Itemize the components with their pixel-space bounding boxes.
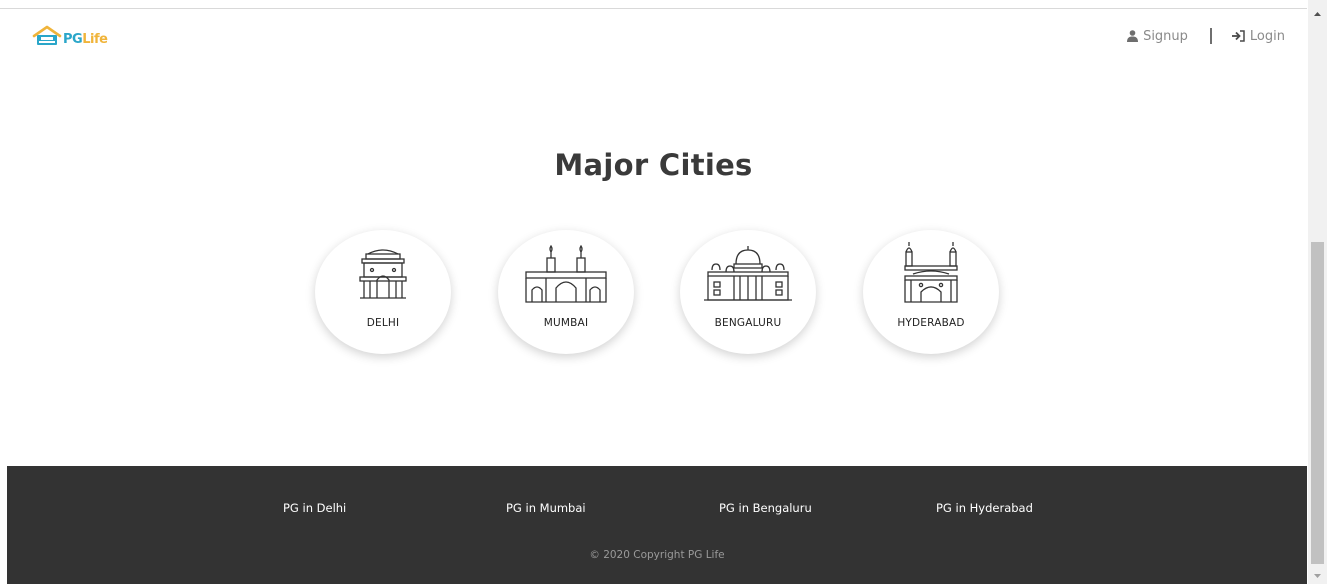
vidhana-soudha-icon — [680, 240, 816, 316]
city-card-mumbai[interactable]: MUMBAI — [498, 230, 634, 354]
page-title: Major Cities — [554, 148, 753, 182]
auth-nav: Signup Login — [1127, 28, 1285, 44]
signup-label: Signup — [1143, 28, 1188, 44]
login-label: Login — [1249, 28, 1285, 44]
header: PGLife Signup Login — [0, 9, 1307, 69]
footer-link-delhi[interactable]: PG in Delhi — [283, 501, 346, 515]
nav-divider — [1209, 28, 1212, 44]
footer: PG in Delhi PG in Mumbai PG in Bengaluru… — [7, 466, 1307, 584]
user-icon — [1127, 30, 1139, 42]
footer-link-mumbai[interactable]: PG in Mumbai — [506, 501, 586, 515]
signup-link[interactable]: Signup — [1127, 29, 1188, 44]
sign-in-icon — [1231, 30, 1245, 42]
footer-link-bengaluru[interactable]: PG in Bengaluru — [719, 501, 812, 515]
city-name: MUMBAI — [543, 317, 589, 329]
city-name: BENGALURU — [714, 317, 782, 329]
footer-link-hyderabad[interactable]: PG in Hyderabad — [936, 501, 1033, 515]
login-link[interactable]: Login — [1231, 28, 1285, 44]
city-card-bengaluru[interactable]: BENGALURU — [680, 230, 816, 354]
city-name: HYDERABAD — [897, 317, 965, 329]
city-card-hyderabad[interactable]: HYDERABAD — [863, 230, 999, 354]
scroll-up-arrow-icon[interactable] — [1308, 6, 1327, 16]
scrollbar-thumb[interactable] — [1311, 242, 1324, 564]
vertical-scrollbar[interactable] — [1308, 0, 1327, 584]
india-gate-icon — [315, 240, 451, 316]
scroll-down-arrow-icon[interactable] — [1308, 568, 1327, 578]
city-name: DELHI — [366, 317, 400, 329]
charminar-icon — [863, 240, 999, 316]
brand-name: PGLife — [63, 32, 108, 47]
gateway-of-india-icon — [498, 240, 634, 316]
logo[interactable]: PGLife — [32, 25, 108, 47]
copyright-text: © 2020 Copyright PG Life — [589, 549, 725, 561]
city-card-delhi[interactable]: DELHI — [315, 230, 451, 354]
house-logo-icon — [32, 25, 62, 45]
